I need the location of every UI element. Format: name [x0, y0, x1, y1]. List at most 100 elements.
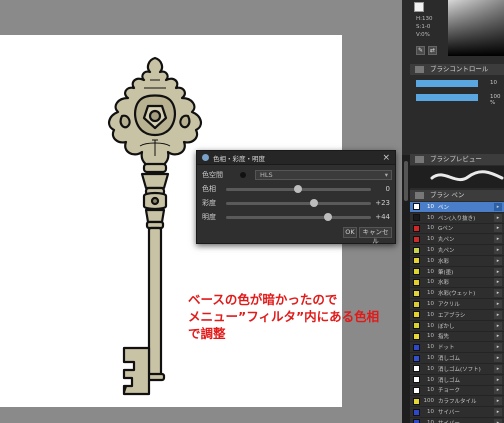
brush-settings-icon[interactable]: ▸ — [494, 364, 502, 373]
ok-button[interactable]: OK — [343, 227, 357, 238]
brush-list-item[interactable]: 10 丸ペン ▸ — [410, 245, 504, 256]
sv-color-picker[interactable] — [448, 0, 504, 56]
brush-list-item[interactable]: 10 チョーク ▸ — [410, 385, 504, 397]
annotation-line: メニュー”フィルタ”内にある色相 — [188, 309, 380, 324]
brush-name: 丸ペン — [438, 237, 455, 244]
brush-settings-icon[interactable]: ▸ — [494, 310, 502, 319]
brush-settings-icon[interactable]: ▸ — [494, 267, 502, 276]
hue-readout: H:130 — [416, 16, 433, 22]
brush-color-swatch — [413, 224, 420, 232]
panel-scrollbar[interactable] — [402, 155, 410, 423]
brush-name: 水彩 — [438, 280, 450, 287]
brush-size: 10 — [427, 247, 434, 254]
hue-value[interactable]: 0 — [386, 185, 390, 193]
brush-settings-icon[interactable]: ▸ — [494, 397, 502, 406]
saturation-slider-thumb[interactable] — [310, 199, 318, 207]
lightness-slider-thumb[interactable] — [324, 213, 332, 221]
brush-list-item[interactable]: 10 ペン ▸ — [410, 202, 504, 213]
brush-settings-icon[interactable]: ▸ — [494, 256, 502, 265]
brush-list-item[interactable]: 10 水彩 ▸ — [410, 277, 504, 289]
brush-size-bar[interactable] — [416, 80, 478, 87]
brush-settings-icon[interactable]: ▸ — [494, 386, 502, 395]
cancel-button[interactable]: キャンセル — [359, 227, 392, 245]
hue-label: 色相 — [202, 185, 216, 193]
brush-name: Gペン — [438, 226, 454, 233]
brush-list-header[interactable]: ブラシ ペン — [410, 190, 504, 201]
brush-settings-icon[interactable]: ▸ — [494, 343, 502, 352]
lightness-value[interactable]: +44 — [375, 213, 390, 221]
scrollbar-thumb[interactable] — [404, 161, 408, 201]
hue-saturation-lightness-dialog[interactable]: 色相・彩度・明度 × 色空間 HLS ▾ 色相 0 彩度 +23 明度 +44 … — [196, 150, 396, 245]
close-icon[interactable]: × — [382, 153, 390, 163]
brush-size: 10 — [427, 268, 434, 275]
brush-list-item[interactable]: 10 ドット ▸ — [410, 342, 504, 354]
color-picker-icon[interactable]: ✎ — [416, 46, 425, 55]
brush-settings-icon[interactable]: ▸ — [494, 332, 502, 341]
brush-name: サイバー — [438, 419, 494, 423]
brush-opacity-value[interactable]: 100 % — [490, 94, 504, 106]
brush-settings-icon[interactable]: ▸ — [494, 213, 502, 222]
brush-list-item[interactable]: 10 Gペン ▸ — [410, 223, 504, 235]
brush-color-swatch — [413, 332, 420, 340]
brush-settings-icon[interactable]: ▸ — [494, 224, 502, 233]
brush-color-swatch — [413, 300, 420, 308]
brush-color-swatch — [413, 397, 420, 405]
brush-settings-icon[interactable]: ▸ — [494, 408, 502, 417]
brush-settings-icon[interactable]: ▸ — [494, 246, 502, 255]
brush-list-item[interactable]: 10 ぼかし ▸ — [410, 320, 504, 332]
brush-settings-icon[interactable]: ▸ — [494, 278, 502, 287]
colorspace-value: HLS — [260, 171, 273, 179]
colorspace-select[interactable]: HLS ▾ — [255, 170, 392, 180]
brush-list-item[interactable]: 10 消しゴム ▸ — [410, 353, 504, 364]
brush-list-item[interactable]: 10 消しゴム ▸ — [410, 374, 504, 386]
brush-list-item[interactable]: 10 水彩 ▸ — [410, 255, 504, 267]
brush-settings-icon[interactable]: ▸ — [494, 289, 502, 298]
brush-settings-icon[interactable]: ▸ — [494, 354, 502, 363]
brush-color-swatch — [413, 214, 420, 222]
brush-size-value[interactable]: 10 — [490, 80, 497, 86]
brush-name: 指先 — [438, 334, 450, 341]
annotation-line: ベースの色が暗かったので — [188, 292, 338, 307]
brush-color-swatch — [413, 408, 420, 416]
lightness-slider[interactable] — [226, 216, 371, 219]
brush-settings-icon[interactable]: ▸ — [494, 375, 502, 384]
stroke-preview-header[interactable]: ブラシプレビュー — [410, 154, 504, 165]
brush-name: チョーク — [438, 388, 461, 395]
dialog-titlebar[interactable]: 色相・彩度・明度 × — [197, 151, 395, 165]
brush-opacity-bar[interactable] — [416, 94, 478, 101]
brush-color-swatch — [413, 268, 420, 276]
brush-list-item[interactable]: 10 ペン(入り抜き) ▸ — [410, 212, 504, 224]
value-readout: V:0% — [416, 32, 430, 38]
lightness-row: 明度 +44 — [202, 211, 392, 223]
brush-list-item[interactable]: 10 丸ペン ▸ — [410, 234, 504, 246]
brush-settings-icon[interactable]: ▸ — [494, 235, 502, 244]
saturation-label: 彩度 — [202, 199, 216, 207]
saturation-slider[interactable] — [226, 202, 371, 205]
brush-list-item[interactable]: 10サイバー▸ — [410, 407, 504, 418]
colorspace-row: 色空間 HLS ▾ — [202, 169, 392, 181]
brush-settings-icon[interactable]: ▸ — [494, 418, 502, 423]
swap-color-icon[interactable]: ⇄ — [428, 46, 437, 55]
brush-settings-icon[interactable]: ▸ — [494, 300, 502, 309]
brush-size: 10 — [427, 344, 434, 351]
brush-list-item[interactable]: 10 アクリル ▸ — [410, 299, 504, 310]
annotation-text: ベースの色が暗かったので メニュー”フィルタ”内にある色相 で調整 — [188, 291, 379, 342]
brush-list-item[interactable]: 10サイバー▸ — [410, 417, 504, 423]
brush-control-header[interactable]: ブラシコントロール — [410, 64, 504, 75]
brush-name: サイバー — [438, 410, 460, 417]
stroke-preview — [410, 166, 504, 188]
brush-settings-icon[interactable]: ▸ — [494, 321, 502, 330]
brush-list-item[interactable]: 10 エアブラシ ▸ — [410, 309, 504, 321]
brush-list-item[interactable]: 10 指先 ▸ — [410, 331, 504, 343]
brush-settings-icon[interactable]: ▸ — [494, 202, 502, 211]
saturation-value[interactable]: +23 — [375, 199, 390, 207]
brush-list-item[interactable]: 10 消しゴム(ソフト) ▸ — [410, 363, 504, 375]
foreground-color-swatch[interactable] — [414, 2, 424, 12]
radio-dot-icon[interactable] — [240, 172, 246, 178]
brush-control-title: ブラシコントロール — [430, 65, 489, 73]
hue-slider-thumb[interactable] — [294, 185, 302, 193]
brush-list-item[interactable]: 10 水彩(ウェット) ▸ — [410, 288, 504, 300]
brush-list-item[interactable]: 100 カラフルタイル ▸ — [410, 396, 504, 408]
saturation-readout: S:1-0 — [416, 24, 431, 30]
brush-list-item[interactable]: 10 筆(墨) ▸ — [410, 266, 504, 278]
